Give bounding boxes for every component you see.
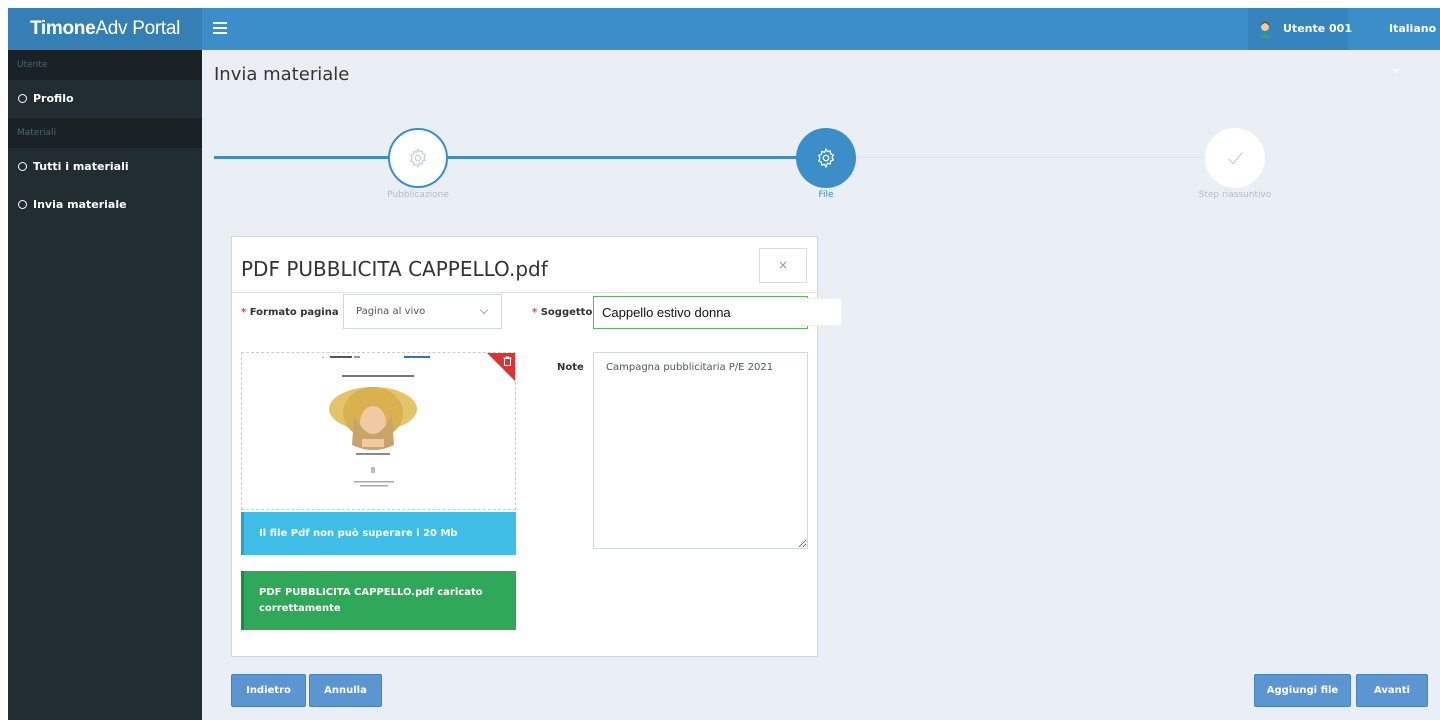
brand-bold-text: Timone	[29, 18, 96, 39]
sidebar-item-label: Tutti i materiali	[33, 160, 129, 173]
caret-down-icon	[1393, 69, 1399, 73]
note-label: Note	[557, 362, 584, 373]
required-mark: *	[532, 307, 538, 318]
check-icon	[1228, 152, 1243, 165]
soggetto-label-text: Soggetto	[540, 307, 593, 318]
pdf-preview	[241, 352, 516, 510]
circle-icon	[18, 94, 27, 103]
step-label-pubblicazione: Pubblicazione	[387, 190, 449, 200]
user-name[interactable]: Utente 001	[1283, 8, 1352, 50]
circle-icon	[18, 162, 27, 171]
trash-icon	[503, 356, 512, 366]
note-textarea[interactable]: Campagna pubblicitaria P/E 2021	[593, 352, 808, 549]
sidebar-item-profilo[interactable]: Profilo	[8, 80, 202, 118]
brand-logo[interactable]: TimoneAdv Portal	[8, 8, 202, 50]
divider	[232, 292, 817, 293]
formato-select[interactable]: Pagina al vivo	[343, 294, 502, 329]
sidebar-item-invia-materiale[interactable]: Invia materiale	[8, 186, 202, 224]
stepper-progress-line	[214, 156, 806, 159]
formato-label-text: Formato pagina	[249, 307, 339, 318]
required-mark: *	[241, 307, 247, 318]
gear-icon	[817, 147, 835, 169]
menu-toggle-icon[interactable]	[213, 19, 227, 39]
soggetto-input[interactable]: Cappello estivo donna	[593, 296, 808, 329]
page-title: Invia materiale	[214, 64, 350, 85]
chevron-down-icon	[479, 305, 489, 315]
sidebar-section-utente: Utente	[8, 50, 202, 80]
step-label-file: File	[818, 190, 834, 200]
file-card: PDF PUBBLICITA CAPPELLO.pdf × * Formato …	[231, 236, 818, 657]
sidebar-section-materiali: Materiali	[8, 118, 202, 148]
language-label: Italiano	[1389, 22, 1437, 35]
soggetto-label: * Soggetto	[532, 307, 592, 318]
back-button[interactable]: Indietro	[231, 674, 306, 707]
next-button[interactable]: Avanti	[1356, 674, 1428, 707]
language-selector[interactable]: Italiano	[1389, 8, 1440, 92]
input-overflow-area	[800, 298, 842, 326]
avatar[interactable]	[1255, 19, 1275, 39]
brand-light-text: Adv Portal	[95, 18, 181, 39]
step-riassuntivo[interactable]	[1205, 128, 1265, 188]
stepper-pending-line	[856, 157, 1236, 158]
top-navbar: TimoneAdv Portal Utente 001 Italiano	[8, 8, 1440, 73]
cancel-button[interactable]: Annulla	[309, 674, 382, 707]
gear-icon	[409, 147, 427, 169]
pdf-thumbnail-image	[242, 353, 515, 509]
add-file-button[interactable]: Aggiungi file	[1254, 674, 1351, 707]
sidebar: Utente Profilo Materiali Tutti i materia…	[8, 50, 202, 720]
step-pubblicazione[interactable]	[388, 128, 448, 188]
success-alert: PDF PUBBLICITA CAPPELLO.pdf caricato cor…	[241, 571, 516, 630]
sidebar-item-label: Profilo	[33, 92, 74, 105]
close-button[interactable]: ×	[759, 248, 807, 283]
step-file[interactable]	[796, 128, 856, 188]
sidebar-item-tutti-materiali[interactable]: Tutti i materiali	[8, 148, 202, 186]
app-frame: TimoneAdv Portal Utente 001 Italiano Ute…	[8, 8, 1440, 720]
sidebar-item-label: Invia materiale	[33, 198, 127, 211]
info-alert: Il file Pdf non può superare i 20 Mb	[241, 512, 516, 555]
formato-label: * Formato pagina	[241, 307, 339, 318]
circle-icon	[18, 200, 27, 209]
formato-select-value: Pagina al vivo	[356, 306, 426, 317]
step-label-riassuntivo: Step riassuntivo	[1198, 190, 1272, 200]
file-card-title: PDF PUBBLICITA CAPPELLO.pdf	[241, 257, 548, 281]
